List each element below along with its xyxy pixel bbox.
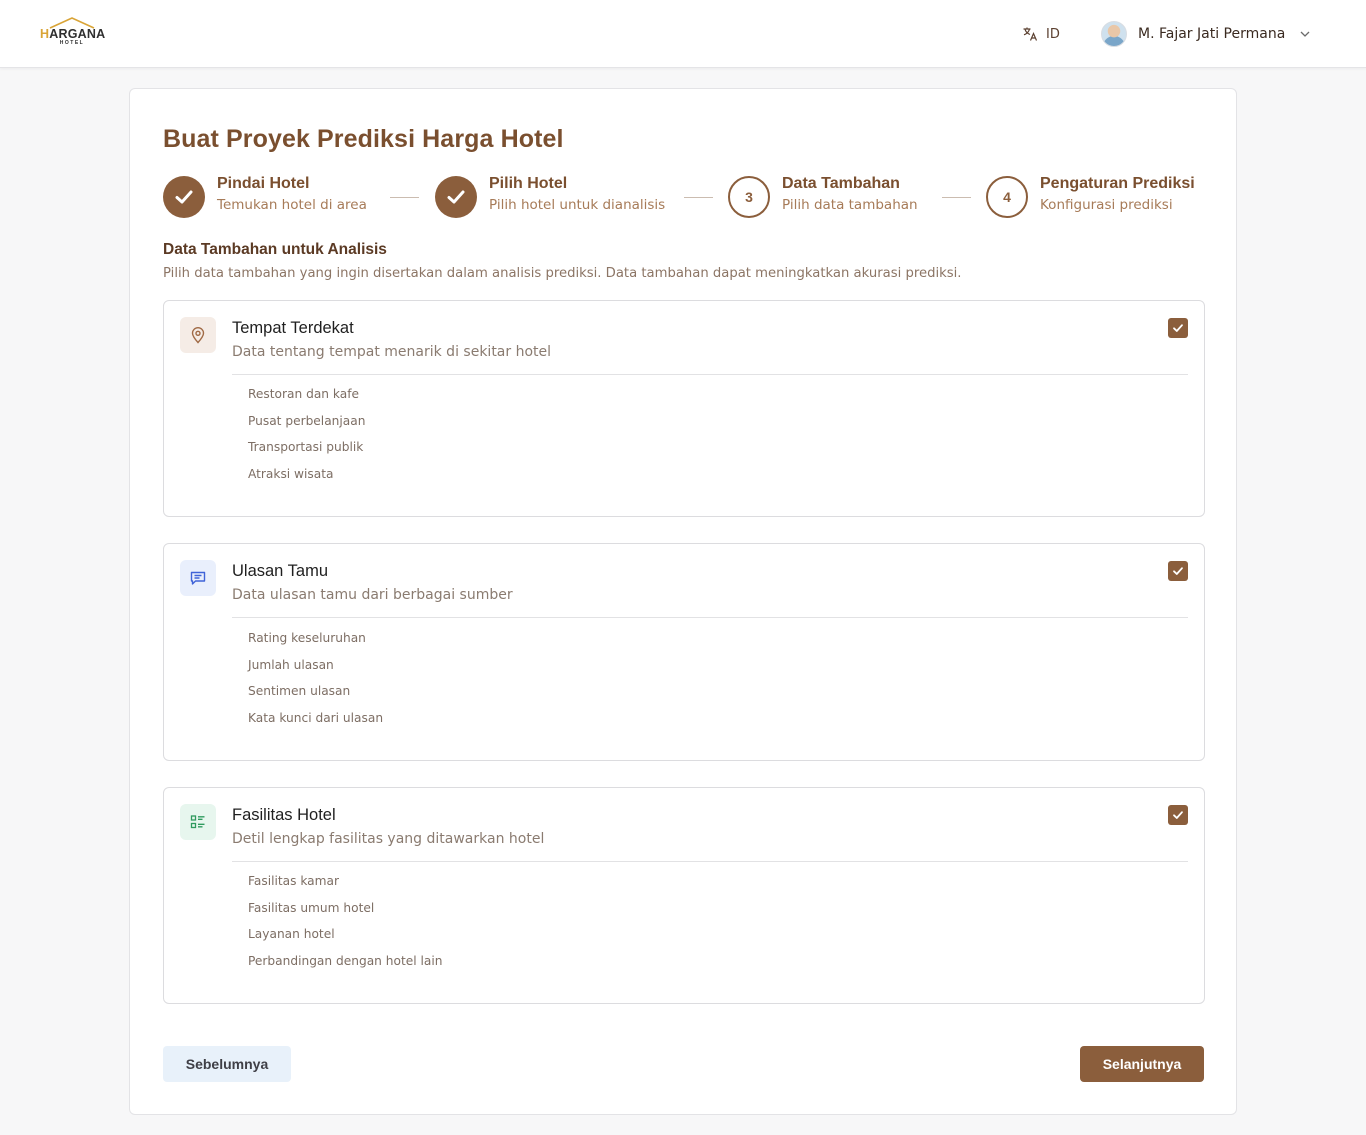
step-1: Pindai Hotel Temukan hotel di area bbox=[163, 175, 367, 220]
step-3-circle: 3 bbox=[728, 176, 770, 218]
check-icon bbox=[1173, 567, 1183, 575]
step-4-circle: 4 bbox=[986, 176, 1028, 218]
step-connector bbox=[390, 197, 419, 198]
divider bbox=[232, 617, 1188, 618]
option-checkbox[interactable] bbox=[1168, 561, 1188, 581]
option-description: Data ulasan tamu dari berbagai sumber bbox=[232, 587, 513, 603]
option-card-guest-reviews[interactable]: Ulasan Tamu Data ulasan tamu dari berbag… bbox=[163, 543, 1205, 761]
divider bbox=[232, 374, 1188, 375]
step-1-subtitle: Temukan hotel di area bbox=[217, 197, 367, 213]
list-item: Fasilitas umum hotel bbox=[248, 900, 375, 915]
previous-button[interactable]: Sebelumnya bbox=[163, 1046, 291, 1082]
option-description: Data tentang tempat menarik di sekitar h… bbox=[232, 344, 552, 360]
list-item: Transportasi publik bbox=[248, 440, 364, 455]
list-item: Kata kunci dari ulasan bbox=[248, 711, 384, 726]
list-details-icon bbox=[190, 815, 205, 829]
option-title: Tempat Terdekat bbox=[232, 319, 354, 337]
option-icon-box bbox=[180, 317, 216, 353]
option-icon-box bbox=[180, 804, 216, 840]
option-checkbox[interactable] bbox=[1168, 805, 1188, 825]
project-wizard-card: Buat Proyek Prediksi Harga Hotel Pindai … bbox=[129, 88, 1237, 1115]
step-1-title: Pindai Hotel bbox=[217, 175, 310, 192]
translate-icon bbox=[1023, 27, 1038, 41]
option-items: Rating keseluruhan Jumlah ulasan Sentime… bbox=[248, 631, 383, 738]
divider bbox=[232, 861, 1188, 862]
step-2-circle bbox=[435, 176, 477, 218]
list-item: Fasilitas kamar bbox=[248, 874, 340, 888]
step-connector bbox=[684, 197, 713, 198]
language-label: ID bbox=[1046, 26, 1060, 42]
check-icon bbox=[1173, 811, 1183, 819]
step-3: 3 Data Tambahan Pilih data tambahan bbox=[728, 175, 918, 220]
list-item: Rating keseluruhan bbox=[248, 631, 366, 645]
step-4-title: Pengaturan Prediksi bbox=[1040, 175, 1195, 192]
check-icon bbox=[1173, 324, 1183, 332]
list-item: Layanan hotel bbox=[248, 927, 335, 942]
section-title: Data Tambahan untuk Analisis bbox=[163, 241, 387, 258]
step-4-subtitle: Konfigurasi prediksi bbox=[1040, 197, 1173, 213]
list-item: Sentimen ulasan bbox=[248, 684, 351, 699]
chevron-down-icon bbox=[1300, 31, 1310, 37]
step-4: 4 Pengaturan Prediksi Konfigurasi predik… bbox=[986, 175, 1195, 220]
option-card-hotel-facilities[interactable]: Fasilitas Hotel Detil lengkap fasilitas … bbox=[163, 787, 1205, 1004]
option-description: Detil lengkap fasilitas yang ditawarkan … bbox=[232, 831, 545, 847]
list-item: Pusat perbelanjaan bbox=[248, 413, 366, 428]
list-item: Atraksi wisata bbox=[248, 467, 334, 482]
hargana-hotel-logo[interactable]: HARGANA HOTEL bbox=[40, 16, 106, 50]
list-item: Restoran dan kafe bbox=[248, 387, 359, 401]
step-3-subtitle: Pilih data tambahan bbox=[782, 197, 918, 213]
option-card-nearby-places[interactable]: Tempat Terdekat Data tentang tempat mena… bbox=[163, 300, 1205, 517]
chat-message-icon bbox=[190, 571, 206, 585]
user-name: M. Fajar Jati Permana bbox=[1138, 26, 1286, 42]
logo-wordmark: HARGANA bbox=[40, 27, 106, 41]
option-icon-box bbox=[180, 560, 216, 596]
map-pin-icon bbox=[191, 327, 205, 344]
check-icon bbox=[175, 190, 193, 204]
language-switcher[interactable]: ID bbox=[1022, 24, 1060, 44]
step-2-subtitle: Pilih hotel untuk dianalisis bbox=[489, 197, 666, 213]
option-title: Fasilitas Hotel bbox=[232, 806, 336, 824]
step-3-title: Data Tambahan bbox=[782, 175, 900, 192]
list-item: Jumlah ulasan bbox=[248, 657, 334, 672]
logo-subtitle: HOTEL bbox=[59, 40, 85, 46]
option-title: Ulasan Tamu bbox=[232, 562, 328, 580]
step-2-title: Pilih Hotel bbox=[489, 175, 568, 192]
top-navbar: HARGANA HOTEL ID M. Fajar Jati Permana bbox=[0, 0, 1366, 68]
step-1-circle bbox=[163, 176, 205, 218]
avatar bbox=[1101, 21, 1127, 47]
check-icon bbox=[447, 190, 465, 204]
section-description: Pilih data tambahan yang ingin disertaka… bbox=[163, 266, 962, 281]
next-button[interactable]: Selanjutnya bbox=[1080, 1046, 1204, 1082]
user-menu[interactable]: M. Fajar Jati Permana bbox=[1101, 20, 1311, 48]
step-connector bbox=[942, 197, 971, 198]
option-items: Fasilitas kamar Fasilitas umum hotel Lay… bbox=[248, 874, 442, 981]
page-title: Buat Proyek Prediksi Harga Hotel bbox=[163, 125, 564, 153]
option-items: Restoran dan kafe Pusat perbelanjaan Tra… bbox=[248, 387, 365, 494]
option-checkbox[interactable] bbox=[1168, 318, 1188, 338]
list-item: Perbandingan dengan hotel lain bbox=[248, 954, 443, 969]
step-2: Pilih Hotel Pilih hotel untuk dianalisis bbox=[435, 175, 666, 220]
